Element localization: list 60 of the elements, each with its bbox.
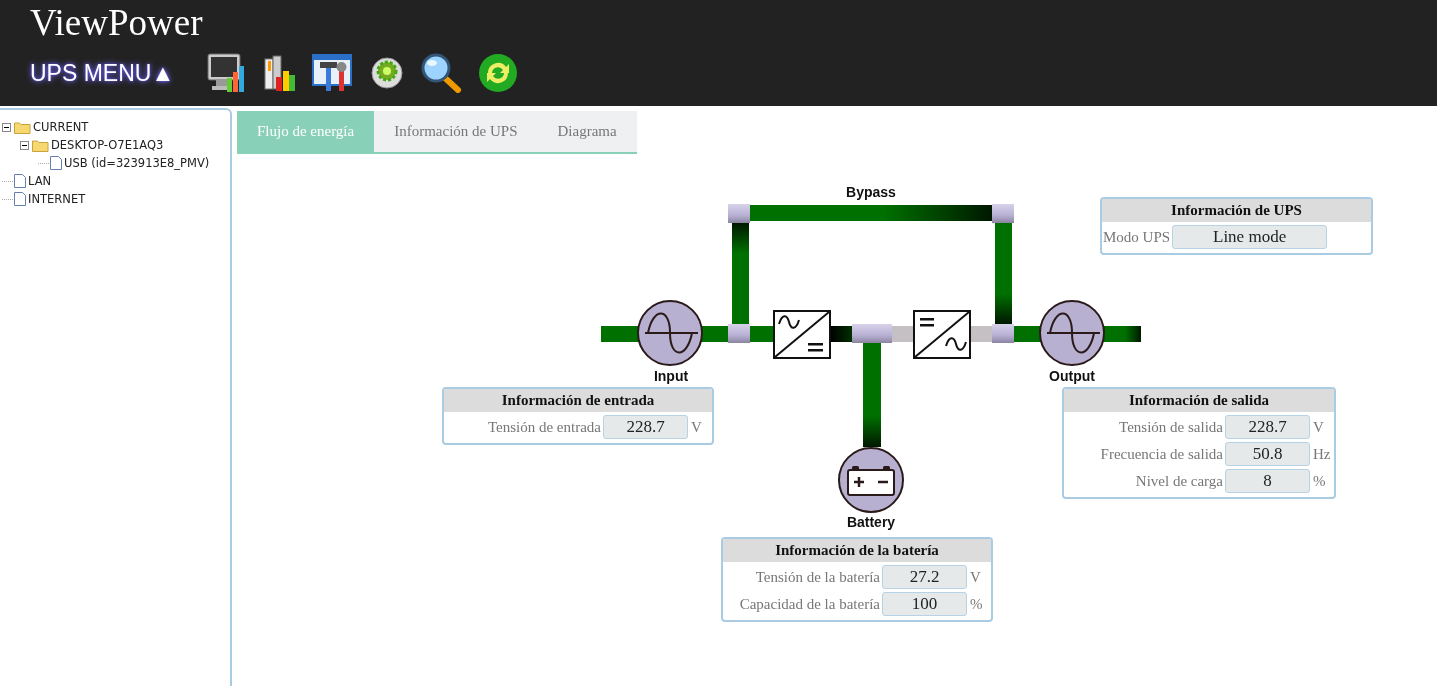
panel-title: Información de salida <box>1064 389 1334 412</box>
field-label: Tensión de salida <box>1118 418 1224 436</box>
tree-item[interactable]: INTERNET <box>28 192 86 206</box>
field-label: Tensión de la batería <box>754 568 881 586</box>
collapse-toggle[interactable] <box>2 122 13 132</box>
folder-icon <box>32 138 49 152</box>
value-field: 8 <box>1225 469 1310 493</box>
panel-title: Información de entrada <box>444 389 712 412</box>
sine-wave-icon <box>637 300 703 366</box>
ac-dc-converter-icon <box>773 310 831 359</box>
unit-label: V <box>969 568 982 586</box>
app-title: ViewPower <box>30 2 204 44</box>
field-label: Capacidad de la batería <box>738 595 881 613</box>
value-field: 100 <box>882 592 967 616</box>
tree-item[interactable]: USB (id=323913E8_PMV) <box>64 156 210 170</box>
junction-node <box>728 324 750 343</box>
output-label: Output <box>1049 368 1095 384</box>
tab[interactable]: Diagrama <box>537 111 637 152</box>
panel-title: Información de la batería <box>723 539 991 562</box>
document-icon <box>14 174 26 188</box>
unit-label: % <box>969 595 984 613</box>
panel-title: Información de UPS <box>1102 199 1371 222</box>
refresh-icon[interactable] <box>478 53 519 93</box>
field-label: Modo UPS <box>1103 228 1172 246</box>
junction-node <box>992 324 1014 343</box>
unit-label: V <box>690 418 703 436</box>
unit-label: % <box>1312 472 1327 490</box>
field-label: Nivel de carga <box>1134 472 1224 490</box>
document-icon <box>50 156 62 170</box>
bypass-label: Bypass <box>846 184 896 200</box>
collapse-toggle[interactable] <box>20 140 31 150</box>
document-icon <box>14 192 26 206</box>
tree-item[interactable]: DESKTOP-O7E1AQ3 <box>51 138 164 152</box>
tree-item[interactable]: CURRENT <box>33 120 89 134</box>
battery-label: Battery <box>846 514 896 530</box>
value-field: Line mode <box>1172 225 1328 249</box>
value-field: 27.2 <box>882 565 967 589</box>
dc-ac-converter-icon <box>913 310 971 359</box>
books-chart-icon[interactable] <box>262 53 297 93</box>
junction-node <box>992 204 1014 223</box>
value-field: 228.7 <box>603 415 688 439</box>
tree-item[interactable]: LAN <box>28 174 52 188</box>
monitor-chart-icon[interactable] <box>206 52 247 94</box>
input-label: Input <box>653 368 689 384</box>
gear-icon[interactable] <box>370 56 405 90</box>
tools-window-icon[interactable] <box>312 53 355 93</box>
value-field: 50.8 <box>1225 442 1310 466</box>
folder-icon <box>14 120 31 134</box>
value-field: 228.7 <box>1225 415 1310 439</box>
battery-icon <box>838 447 904 513</box>
sine-wave-icon <box>1039 300 1105 366</box>
search-icon[interactable] <box>420 53 463 93</box>
field-label: Tensión de entrada <box>486 418 602 436</box>
tab[interactable]: Información de UPS <box>374 111 538 152</box>
ups-menu-toggle[interactable]: UPS MENU▲ <box>30 59 175 87</box>
field-label: Frecuencia de salida <box>1099 445 1224 463</box>
junction-node <box>728 204 750 223</box>
unit-label: Hz <box>1312 445 1332 463</box>
unit-label: V <box>1312 418 1325 436</box>
junction-node <box>852 324 892 343</box>
